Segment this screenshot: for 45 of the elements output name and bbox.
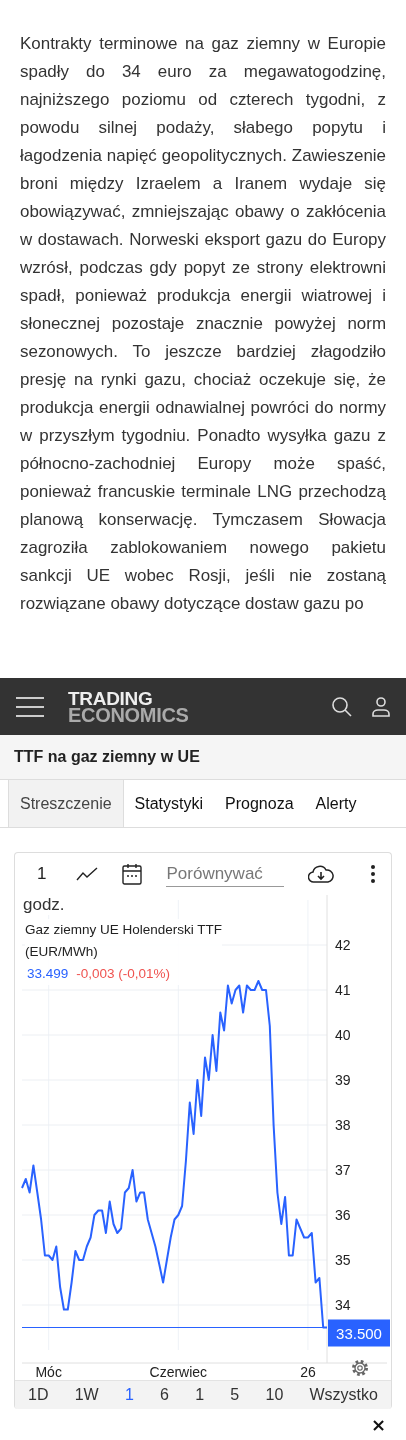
- more-icon[interactable]: [370, 864, 377, 884]
- range-button[interactable]: 6: [153, 1381, 176, 1409]
- axis-tick-label: 37: [335, 1162, 351, 1178]
- axis-tick-label: 40: [335, 1027, 351, 1043]
- article-paragraph: Kontrakty terminowe na gaz ziemny w Europie spadły do 34 euro za megawatogodzinę, najniższego poziomu od czterech tygodni, z powodu silnej podaży, słabego popytu i łagodzenia napięć geopolitycznych. Zawieszenie broni między Izraelem a Iranem wydaje się obowiązywać, zmniejszając obawy o zakłócenia w dostawach. Norweski eksport gazu do Europy wzrósł, podczas gdy popyt ze strony elektrowni spadł, ponieważ produkcja energii wiatrowej i słonecznej pozostaje znacznie powyżej norm sezonowych. To jeszcze bardziej złagodziło presję na rynki gazu, chociaż oczekuje się, że produkcja energii odnawialnej powróci do normy w przyszłym tygodniu. Ponadto wysyłka gazu z północno-zachodniej Europy może spaść, ponieważ francuskie terminale LNG przechodzą planową konserwację. Tymczasem Słowacja zagroziła zablokowaniem nowego pakietu sankcji UE wobec Rosji, jeśli nie zostaną rozwiązane obawy dotyczące dostaw gazu po: [20, 33, 386, 615]
- price-change: -0,003 (-0,01%): [76, 966, 171, 981]
- axis-tick-label: 42: [335, 937, 351, 953]
- axis-tick-label: 36: [335, 1207, 351, 1223]
- ref-line-label: 33.500: [336, 1324, 382, 1342]
- page-title: TTF na gaz ziemny w UE: [14, 748, 200, 766]
- range-button[interactable]: Wszystko: [302, 1381, 385, 1409]
- menu-icon[interactable]: [16, 696, 44, 717]
- range-button[interactable]: 1: [117, 1381, 141, 1409]
- settings-icon[interactable]: [352, 1360, 368, 1376]
- close-button[interactable]: ×: [366, 1413, 390, 1435]
- axis-tick-label: 26: [300, 1364, 316, 1380]
- range-button[interactable]: 1D: [21, 1381, 56, 1409]
- range-button[interactable]: 1: [188, 1381, 212, 1409]
- logo[interactable]: TRADING ECONOMICS: [68, 689, 189, 724]
- axis-tick-label: Móc: [35, 1364, 62, 1380]
- range-button[interactable]: 10: [258, 1381, 291, 1409]
- axis-tick-label: Czerwiec: [149, 1364, 208, 1380]
- user-icon[interactable]: [372, 696, 390, 717]
- line-chart-icon[interactable]: [76, 867, 99, 881]
- axis-tick-label: 35: [335, 1252, 351, 1268]
- range-button[interactable]: 5: [223, 1381, 247, 1409]
- axis-tick-label: 34: [335, 1297, 351, 1313]
- price-value: 33.499: [27, 966, 69, 981]
- range-button[interactable]: 1W: [67, 1381, 106, 1409]
- compare-field[interactable]: Porównywać: [166, 861, 285, 887]
- search-icon[interactable]: [332, 696, 352, 717]
- series-unit: (EUR/MWh): [25, 943, 99, 961]
- interval-selector[interactable]: 1: [37, 864, 47, 884]
- tab[interactable]: Alerty: [304, 780, 368, 827]
- tab[interactable]: Prognoza: [214, 780, 305, 827]
- tab[interactable]: Statystyki: [123, 780, 215, 827]
- series-name: Gaz ziemny UE Holenderski TTF: [25, 921, 223, 939]
- axis-tick-label: 38: [335, 1117, 351, 1133]
- calendar-icon[interactable]: [122, 863, 143, 885]
- cloud-download-icon[interactable]: [308, 865, 335, 883]
- last-price-tag: 33.500: [328, 1319, 390, 1347]
- interval-unit: godz.: [23, 895, 65, 915]
- axis-tick-label: 41: [335, 982, 351, 998]
- tab[interactable]: Streszczenie: [8, 780, 124, 827]
- axis-tick-label: 39: [335, 1072, 351, 1088]
